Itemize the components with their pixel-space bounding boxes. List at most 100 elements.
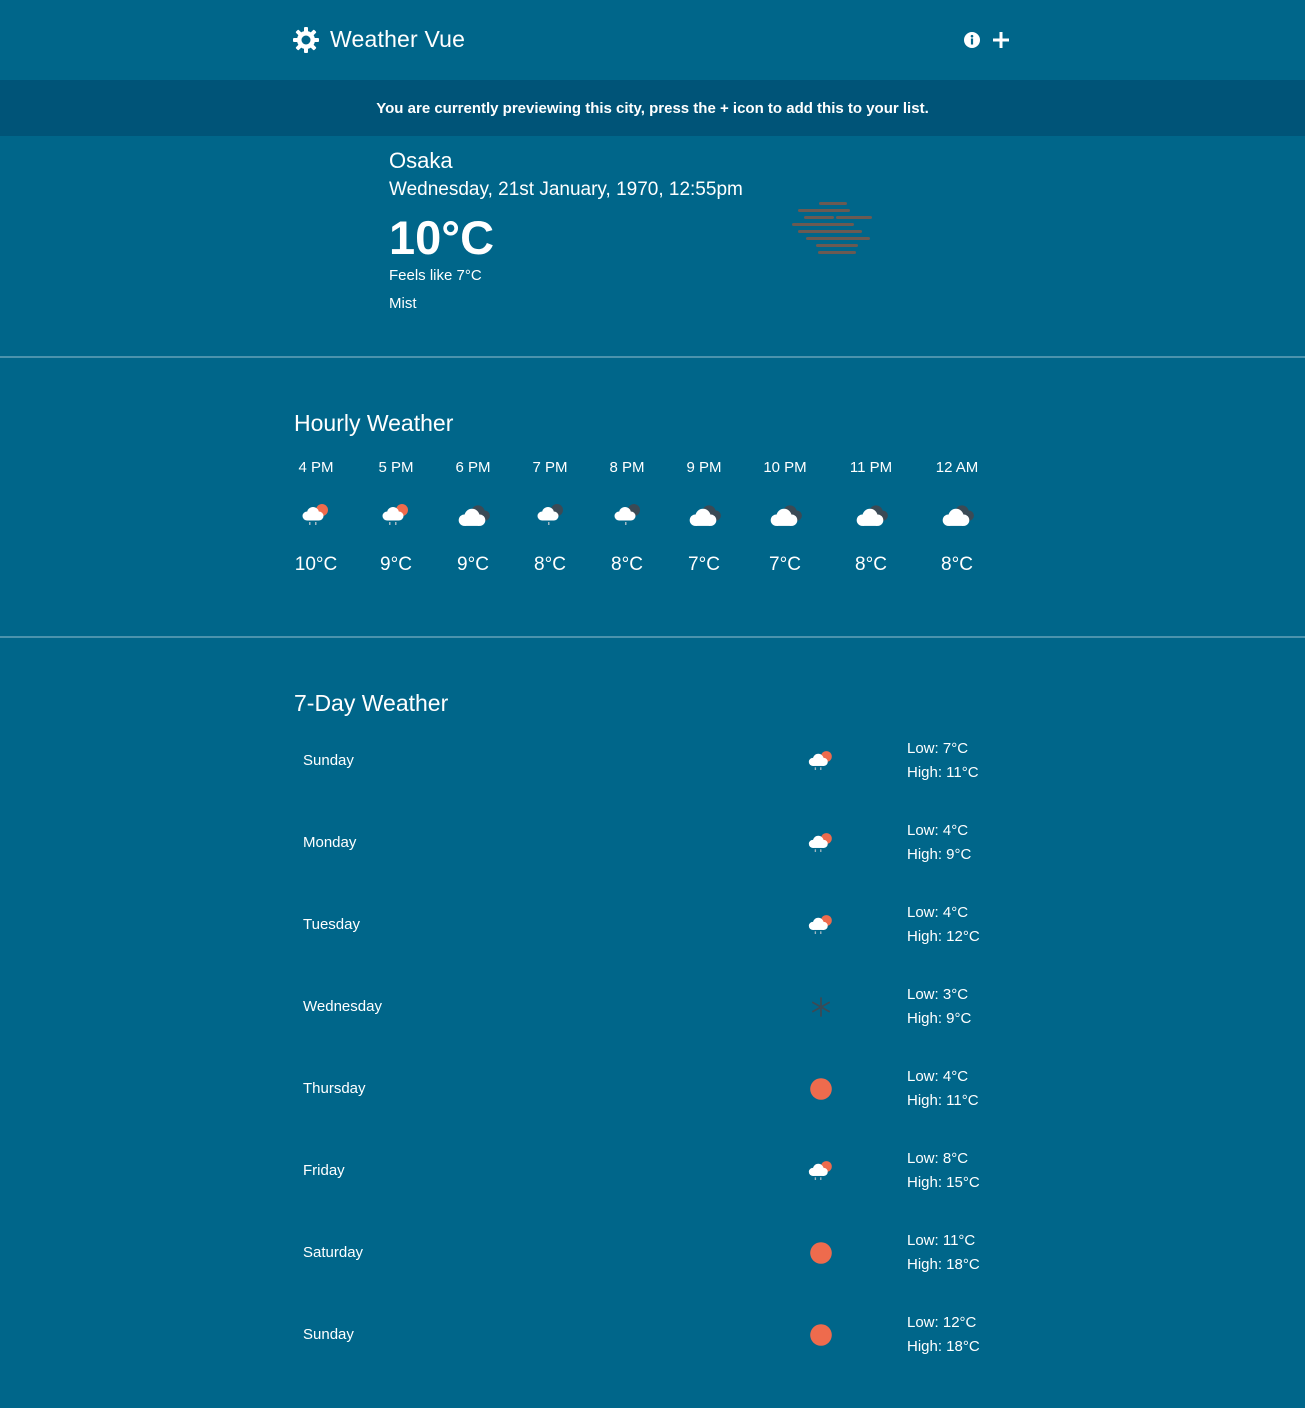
- daily-row: Saturday Low: 11°C High: 18°C: [0, 1212, 1305, 1294]
- city-name: Osaka: [389, 148, 453, 173]
- low-temperature: Low: 4°C: [907, 822, 969, 839]
- hourly-item: 5 PM 9°C: [356, 458, 436, 576]
- high-temperature: High: 11°C: [907, 1092, 979, 1109]
- day-name: Friday: [303, 1162, 345, 1179]
- partly-cloudy-day-icon: [302, 504, 328, 525]
- hourly-weather-section: Hourly Weather 4 PM 10°C 5 PM 9°C 6 PM 9°C…: [0, 358, 1305, 636]
- day-name: Tuesday: [303, 916, 360, 933]
- hourly-temperature: 10°C: [294, 554, 338, 575]
- hourly-time: 11 PM: [849, 459, 893, 476]
- high-temperature: High: 18°C: [907, 1256, 980, 1273]
- daily-row: Monday Low: 4°C High: 9°C: [0, 802, 1305, 884]
- high-temperature: High: 18°C: [907, 1338, 980, 1355]
- hourly-temperature: 8°C: [534, 554, 566, 575]
- hourly-time: 5 PM: [378, 459, 414, 476]
- partly-cloudy-night-icon: [537, 504, 563, 525]
- cloudy-night-icon: [458, 505, 490, 526]
- hourly-temperature: 8°C: [941, 554, 973, 575]
- brand: Weather Vue: [293, 26, 465, 53]
- hourly-temperature: 8°C: [611, 554, 643, 575]
- daily-row: Sunday Low: 7°C High: 11°C: [0, 720, 1305, 802]
- current-temperature: 10°C: [389, 211, 495, 264]
- hourly-title: Hourly Weather: [294, 410, 454, 436]
- daily-row: Friday Low: 8°C High: 15°C: [0, 1130, 1305, 1212]
- partly-cloudy-day-icon: [808, 833, 832, 852]
- hourly-item: 11 PM 8°C: [831, 458, 911, 576]
- hourly-time: 6 PM: [455, 459, 491, 476]
- weather-description: Mist: [389, 295, 417, 312]
- hourly-temperature: 9°C: [457, 554, 489, 575]
- header-actions: [963, 30, 1011, 50]
- cloudy-night-icon: [689, 505, 721, 526]
- seven-day-title: 7-Day Weather: [294, 690, 449, 716]
- day-temperatures: Low: 4°C High: 9°C: [907, 819, 971, 867]
- day-name: Wednesday: [303, 998, 382, 1015]
- hourly-item: 8 PM 8°C: [587, 458, 667, 576]
- preview-banner-text: You are currently previewing this city, …: [376, 99, 929, 117]
- day-temperatures: Low: 4°C High: 11°C: [907, 1065, 979, 1113]
- hourly-item: 12 AM 8°C: [917, 458, 997, 576]
- hourly-temperature: 7°C: [688, 554, 720, 575]
- day-temperatures: Low: 4°C High: 12°C: [907, 901, 980, 949]
- app-title: Weather Vue: [330, 26, 466, 52]
- day-temperatures: Low: 12°C High: 18°C: [907, 1311, 980, 1359]
- cloudy-night-icon: [770, 505, 802, 526]
- hourly-time: 8 PM: [609, 459, 645, 476]
- high-temperature: High: 9°C: [907, 846, 972, 863]
- preview-banner: You are currently previewing this city, …: [0, 80, 1305, 136]
- sun-icon: [810, 1078, 832, 1100]
- hourly-item: 7 PM 8°C: [510, 458, 590, 576]
- add-city-plus-icon[interactable]: [991, 30, 1011, 50]
- high-temperature: High: 9°C: [907, 1010, 972, 1027]
- daily-row: Thursday Low: 4°C High: 11°C: [0, 1048, 1305, 1130]
- hourly-item: 9 PM 7°C: [664, 458, 744, 576]
- app-header: Weather Vue: [0, 0, 1305, 80]
- low-temperature: Low: 12°C: [907, 1314, 977, 1331]
- settings-gear-icon[interactable]: [293, 26, 319, 53]
- info-icon[interactable]: [963, 31, 981, 49]
- partly-cloudy-night-icon: [614, 504, 640, 525]
- sun-icon: [810, 1242, 832, 1264]
- daily-row: Tuesday Low: 4°C High: 12°C: [0, 884, 1305, 966]
- daily-row: Sunday Low: 12°C High: 18°C: [0, 1294, 1305, 1376]
- hourly-time: 12 AM: [935, 459, 979, 476]
- high-temperature: High: 11°C: [907, 764, 979, 781]
- hourly-item: 6 PM 9°C: [433, 458, 513, 576]
- day-name: Saturday: [303, 1244, 364, 1261]
- hourly-time: 10 PM: [763, 459, 807, 476]
- day-temperatures: Low: 11°C High: 18°C: [907, 1229, 980, 1277]
- feels-like: Feels like 7°C: [389, 267, 482, 284]
- day-temperatures: Low: 3°C High: 9°C: [907, 983, 971, 1031]
- low-temperature: Low: 3°C: [907, 986, 969, 1003]
- day-name: Thursday: [303, 1080, 366, 1097]
- high-temperature: High: 15°C: [907, 1174, 980, 1191]
- cloudy-night-icon: [942, 505, 974, 526]
- day-temperatures: Low: 7°C High: 11°C: [907, 737, 979, 785]
- day-temperatures: Low: 8°C High: 15°C: [907, 1147, 980, 1195]
- low-temperature: Low: 4°C: [907, 1068, 969, 1085]
- low-temperature: Low: 7°C: [907, 740, 969, 757]
- hourly-time: 9 PM: [686, 459, 722, 476]
- mist-icon: [792, 202, 872, 254]
- hourly-temperature: 8°C: [855, 554, 887, 575]
- hourly-time: 7 PM: [532, 459, 568, 476]
- sun-icon: [810, 1324, 832, 1346]
- snow-icon: [812, 997, 830, 1017]
- low-temperature: Low: 8°C: [907, 1150, 969, 1167]
- daily-row: Wednesday Low: 3°C High: 9°C: [0, 966, 1305, 1048]
- partly-cloudy-day-icon: [808, 751, 832, 770]
- low-temperature: Low: 4°C: [907, 904, 969, 921]
- day-name: Monday: [303, 834, 357, 851]
- current-datetime: Wednesday, 21st January, 1970, 12:55pm: [389, 179, 743, 200]
- partly-cloudy-day-icon: [808, 915, 832, 934]
- low-temperature: Low: 11°C: [907, 1232, 976, 1249]
- cloudy-night-icon: [856, 505, 888, 526]
- hourly-temperature: 7°C: [769, 554, 801, 575]
- seven-day-weather-section: 7-Day Weather Sunday Low: 7°C High: 11°C M…: [0, 638, 1305, 1408]
- partly-cloudy-day-icon: [382, 504, 408, 525]
- hourly-time: 4 PM: [298, 459, 334, 476]
- hourly-temperature: 9°C: [380, 554, 412, 575]
- day-name: Sunday: [303, 1326, 354, 1343]
- high-temperature: High: 12°C: [907, 928, 980, 945]
- hourly-item: 10 PM 7°C: [745, 458, 825, 576]
